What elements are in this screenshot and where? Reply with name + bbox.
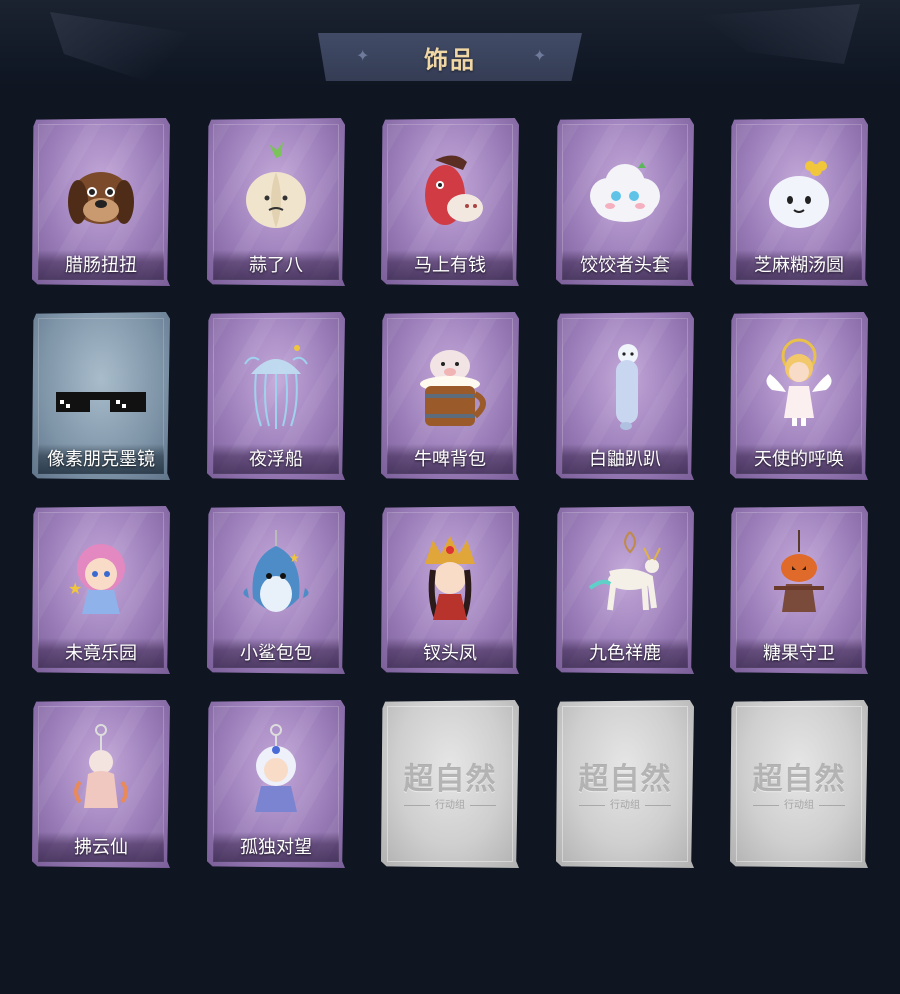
accessory-card[interactable]: 白鼬趴趴 (556, 312, 694, 480)
white-hair-doll-icon (255, 724, 297, 812)
locked-card[interactable]: 超自然 行动组 (556, 700, 694, 868)
item-name: 牛啤背包 (414, 449, 486, 470)
cloud-fairy-charm-icon (74, 724, 128, 808)
accessory-card[interactable]: 芝麻糊汤圆 (730, 118, 868, 286)
item-name: 夜浮船 (249, 449, 303, 470)
svg-text:★: ★ (289, 551, 300, 565)
locked-card[interactable]: 超自然 行动组 (730, 700, 868, 868)
angel-doll-icon (766, 338, 832, 426)
item-name: 拂云仙 (74, 837, 128, 858)
item-name: 小鲨包包 (240, 643, 312, 664)
accessory-card[interactable]: 马上有钱 (381, 118, 519, 286)
locked-card[interactable]: 超自然 行动组 (381, 700, 519, 868)
item-name: 未竟乐园 (65, 643, 137, 664)
accessory-card[interactable]: ★ 小鲨包包 (207, 506, 345, 674)
deer-charm-icon (588, 531, 661, 611)
accessory-card[interactable]: 糖果守卫 (730, 506, 868, 674)
item-name: 像素朋克墨镜 (47, 449, 155, 470)
accessory-card[interactable]: 像素朋克墨镜 (32, 312, 170, 480)
accessory-card[interactable]: ★ 未竟乐园 (32, 506, 170, 674)
placeholder-subtitle: 行动组 (556, 796, 694, 811)
item-name: 白鼬趴趴 (589, 449, 661, 470)
item-name: 腊肠扭扭 (65, 255, 137, 276)
accessory-card[interactable]: 饺饺者头套 (556, 118, 694, 286)
item-name: 芝麻糊汤圆 (754, 255, 844, 276)
jellyfish-icon (244, 345, 308, 429)
item-name: 马上有钱 (414, 255, 486, 276)
accessory-card[interactable]: 孤独对望 (207, 700, 345, 868)
garlic-icon (246, 142, 306, 228)
dumpling-icon (769, 161, 829, 228)
item-name: 孤独对望 (240, 837, 312, 858)
accessory-card[interactable]: 夜浮船 (207, 312, 345, 480)
accessory-grid: 腊肠扭扭 蒜了八 马上有钱 饺饺者头套 芝麻糊汤圆 像素朋克墨镜 夜浮船 牛啤背… (0, 0, 900, 994)
pink-hair-doll-icon: ★ (68, 544, 125, 614)
item-name: 糖果守卫 (763, 643, 835, 664)
white-ferret-icon (616, 344, 638, 430)
item-name: 钗头凤 (423, 643, 477, 664)
item-name: 饺饺者头套 (580, 255, 670, 276)
phoenix-crown-doll-icon (425, 536, 475, 620)
accessory-card[interactable]: 拂云仙 (32, 700, 170, 868)
accessory-card[interactable]: 钗头凤 (381, 506, 519, 674)
shark-plush-icon: ★ (243, 530, 309, 612)
item-name: 蒜了八 (249, 255, 303, 276)
accessory-card[interactable]: 牛啤背包 (381, 312, 519, 480)
accessory-card[interactable]: 九色祥鹿 (556, 506, 694, 674)
pixel-sunglasses-icon (56, 392, 146, 412)
placeholder-logo: 超自然 (403, 762, 497, 797)
placeholder-subtitle: 行动组 (730, 796, 868, 811)
cloud-face-icon (590, 162, 660, 222)
dog-head-icon (68, 172, 134, 224)
svg-text:★: ★ (68, 579, 82, 598)
red-horse-icon (425, 155, 483, 225)
placeholder-logo: 超自然 (752, 762, 846, 797)
pumpkin-scarecrow-icon (774, 530, 824, 612)
placeholder-logo: 超自然 (578, 762, 672, 797)
cow-beer-mug-icon (420, 350, 486, 426)
accessory-card[interactable]: 天使的呼唤 (730, 312, 868, 480)
item-name: 天使的呼唤 (754, 449, 844, 470)
placeholder-subtitle: 行动组 (381, 796, 519, 811)
accessory-card[interactable]: 腊肠扭扭 (32, 118, 170, 286)
accessory-card[interactable]: 蒜了八 (207, 118, 345, 286)
item-name: 九色祥鹿 (589, 643, 661, 664)
